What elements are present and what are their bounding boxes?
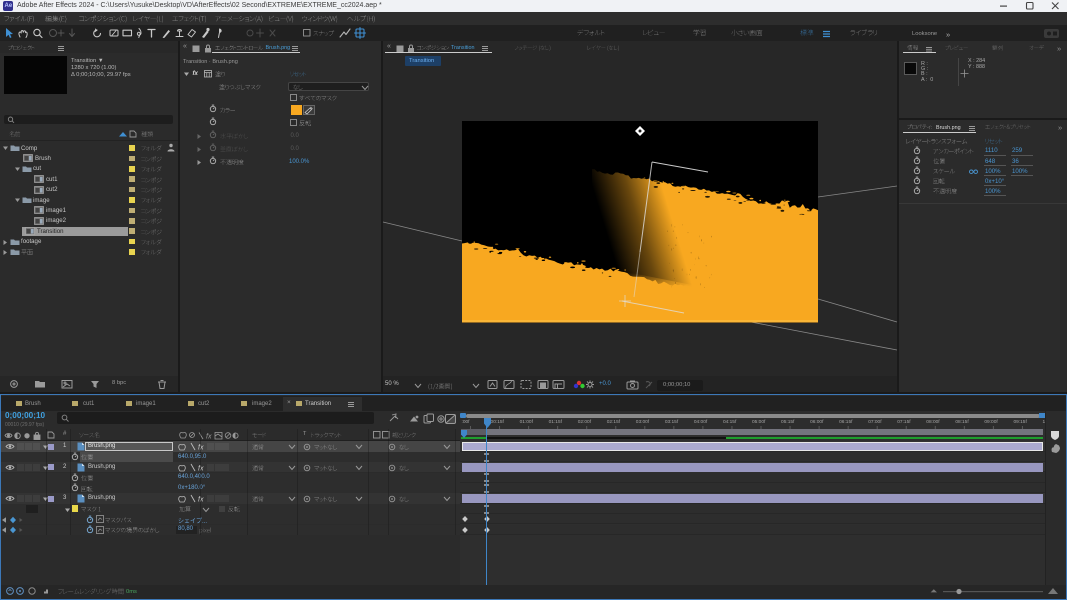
svg-text:fx: fx: [206, 433, 212, 440]
